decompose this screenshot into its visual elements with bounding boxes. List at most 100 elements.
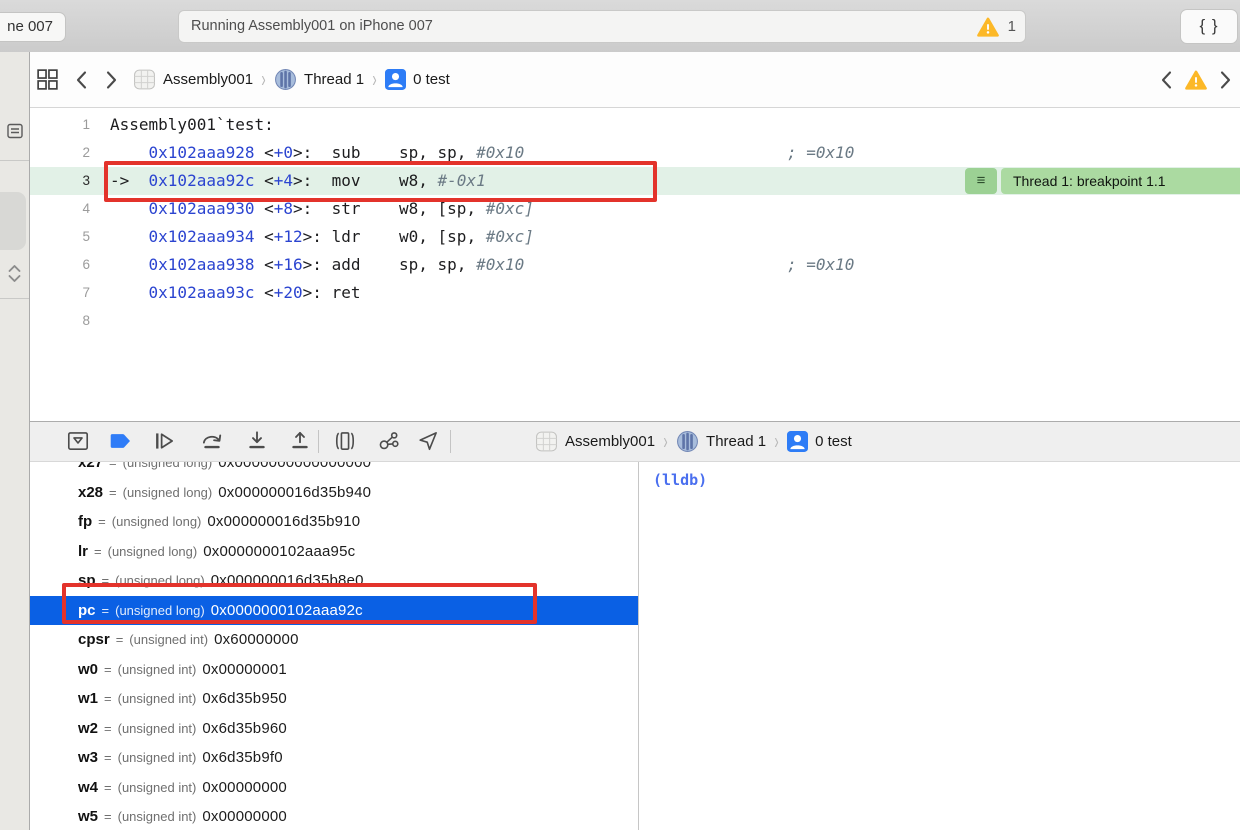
continue-icon[interactable] — [149, 427, 179, 455]
step-into-icon[interactable] — [242, 427, 272, 455]
register-type: (unsigned int) — [117, 720, 197, 736]
line-number[interactable]: 8 — [30, 307, 90, 335]
register-type: (unsigned long) — [122, 484, 213, 500]
register-name: x28 — [78, 483, 104, 501]
strip-pill — [0, 192, 26, 250]
register-row-fp[interactable]: fp = (unsigned long) 0x000000016d35b910 — [30, 507, 638, 537]
registers-variables-pane: x27 = (unsigned long) 0x0000000000000000 x28… — [30, 462, 638, 830]
line-number[interactable]: 6 — [30, 251, 90, 279]
line-number[interactable]: 1 — [30, 111, 90, 139]
register-equals: = — [101, 573, 110, 589]
register-name: pc — [78, 601, 96, 619]
view-hierarchy-icon[interactable] — [330, 427, 360, 455]
register-row-w2[interactable]: w2 = (unsigned int) 0x6d35b960 — [30, 714, 638, 744]
register-row-x27[interactable]: x27 = (unsigned long) 0x0000000000000000 — [30, 462, 638, 478]
register-row-lr[interactable]: lr = (unsigned long) 0x0000000102aaa95c — [30, 537, 638, 567]
register-name: fp — [78, 513, 93, 531]
register-type: (unsigned int) — [117, 750, 197, 766]
line-number[interactable]: 5 — [30, 223, 90, 251]
register-row-w4[interactable]: w4 = (unsigned int) 0x00000000 — [30, 773, 638, 803]
register-row-x28[interactable]: x28 = (unsigned long) 0x000000016d35b940 — [30, 478, 638, 508]
disassembly-editor: 1 Assembly001`test: 2 0x102aaa928 <+0>: su… — [30, 108, 1240, 421]
editor-list-icon[interactable] — [5, 121, 25, 141]
step-out-icon[interactable] — [285, 427, 315, 455]
register-equals: = — [94, 543, 102, 559]
breadcrumb-separator: › — [663, 428, 668, 455]
register-row-w0[interactable]: w0 = (unsigned int) 0x00000001 — [30, 655, 638, 685]
register-row-w5[interactable]: w5 = (unsigned int) 0x00000000 — [30, 802, 638, 830]
code-line-2[interactable]: 2 0x102aaa928 <+0>: sub sp, sp, #0x10 ; =… — [30, 139, 1240, 167]
hide-debug-area-icon[interactable] — [63, 427, 93, 455]
breakpoint-label: Thread 1: breakpoint 1.1 — [1001, 168, 1240, 194]
code-text: -> 0x102aaa92c <+4>: mov w8, #-0x1 — [110, 171, 486, 190]
thread-icon — [676, 430, 699, 453]
register-name: sp — [78, 572, 96, 590]
breadcrumb-item-thread-1[interactable]: Thread 1 — [274, 68, 364, 91]
register-row-sp[interactable]: sp = (unsigned long) 0x000000016d35b8e0 — [30, 566, 638, 596]
register-value: 0x6d35b9f0 — [202, 749, 283, 767]
register-type: (unsigned int) — [117, 661, 197, 677]
register-value: 0x000000016d35b910 — [207, 513, 361, 531]
register-row-pc[interactable]: pc = (unsigned long) 0x0000000102aaa92c — [30, 595, 638, 625]
register-row-w1[interactable]: w1 = (unsigned int) 0x6d35b950 — [30, 684, 638, 714]
asm-comment: ; =0x10 — [787, 255, 855, 274]
register-equals: = — [104, 750, 112, 766]
breadcrumb-item-thread-1[interactable]: Thread 1 — [676, 430, 766, 453]
register-row-w3[interactable]: w3 = (unsigned int) 0x6d35b9f0 — [30, 743, 638, 773]
register-name: x27 — [78, 462, 104, 472]
code-line-5[interactable]: 5 0x102aaa934 <+12>: ldr w0, [sp, #0xc] — [30, 223, 1240, 251]
breadcrumb-item-assembly001[interactable]: Assembly001 — [133, 68, 253, 91]
warning-icon[interactable] — [1185, 69, 1207, 91]
breadcrumb-item-0-test[interactable]: 0 test — [787, 431, 852, 452]
prev-issue-icon[interactable] — [1158, 69, 1175, 91]
code-line-6[interactable]: 6 0x102aaa938 <+16>: add sp, sp, #0x10 ; … — [30, 251, 1240, 279]
line-number[interactable]: 4 — [30, 195, 90, 223]
register-equals: = — [98, 514, 106, 530]
register-value: 0x00000000 — [202, 808, 287, 826]
register-value: 0x00000000 — [202, 778, 287, 796]
debug-bar-breadcrumb: Assembly001 › Thread 1 › 0 test — [535, 422, 852, 461]
register-row-cpsr[interactable]: cpsr = (unsigned int) 0x60000000 — [30, 625, 638, 655]
step-over-icon[interactable] — [197, 427, 227, 455]
register-value: 0x00000001 — [202, 660, 287, 678]
code-line-1[interactable]: 1 Assembly001`test: — [30, 111, 1240, 139]
code-text: 0x102aaa934 <+12>: ldr w0, [sp, #0xc] — [148, 227, 534, 246]
issue-count-badge[interactable]: 1 — [976, 11, 1016, 42]
related-items-icon[interactable] — [35, 67, 60, 92]
register-value: 0x6d35b960 — [202, 719, 287, 737]
breakpoints-toggle-icon[interactable] — [106, 427, 136, 455]
register-equals: = — [109, 484, 117, 500]
jump-bar-breadcrumb: Assembly001 › Thread 1 › 0 test — [133, 66, 450, 93]
register-value: 0x6d35b950 — [202, 690, 287, 708]
code-text: 0x102aaa938 <+16>: add sp, sp, #0x10 — [148, 255, 525, 274]
debugbar-divider — [318, 430, 319, 453]
breadcrumb-item-0-test[interactable]: 0 test — [385, 69, 450, 90]
forward-chevron-icon[interactable] — [103, 69, 120, 91]
code-text: 0x102aaa928 <+0>: sub sp, sp, #0x10 — [148, 143, 525, 162]
editor-jump-bar: Assembly001 › Thread 1 › 0 test — [30, 52, 1240, 108]
code-line-7[interactable]: 7 0x102aaa93c <+20>: ret — [30, 279, 1240, 307]
code-line-3[interactable]: 3 -> 0x102aaa92c <+4>: mov w8, #-0x1 ≡ Thre… — [30, 167, 1240, 195]
code-braces-button[interactable]: { } — [1180, 9, 1238, 44]
breakpoint-menu-icon[interactable]: ≡ — [965, 168, 997, 194]
breadcrumb-label: Assembly001 — [565, 433, 656, 450]
line-number[interactable]: 2 — [30, 139, 90, 167]
stepper-chevrons-icon[interactable] — [4, 262, 25, 285]
line-number[interactable]: 3 — [30, 167, 90, 195]
device-scheme-button[interactable]: ne 007 — [0, 12, 66, 42]
lldb-console-pane[interactable]: (lldb) — [638, 462, 1240, 830]
back-chevron-icon[interactable] — [73, 69, 90, 91]
register-equals: = — [101, 602, 110, 618]
next-issue-icon[interactable] — [1217, 69, 1234, 91]
simulate-location-icon[interactable] — [413, 427, 443, 455]
register-value: 0x0000000102aaa92c — [210, 601, 363, 619]
register-value: 0x000000016d35b8e0 — [210, 572, 364, 590]
memory-graph-icon[interactable] — [374, 427, 404, 455]
line-number[interactable]: 7 — [30, 279, 90, 307]
code-line-8[interactable]: 8 — [30, 307, 1240, 335]
code-line-4[interactable]: 4 0x102aaa930 <+8>: str w8, [sp, #0xc] — [30, 195, 1240, 223]
register-value: 0x0000000102aaa95c — [203, 542, 356, 560]
breadcrumb-item-assembly001[interactable]: Assembly001 — [535, 430, 655, 453]
breakpoint-annotation[interactable]: ≡ Thread 1: breakpoint 1.1 — [965, 168, 1240, 194]
register-type: (unsigned int) — [117, 809, 197, 825]
